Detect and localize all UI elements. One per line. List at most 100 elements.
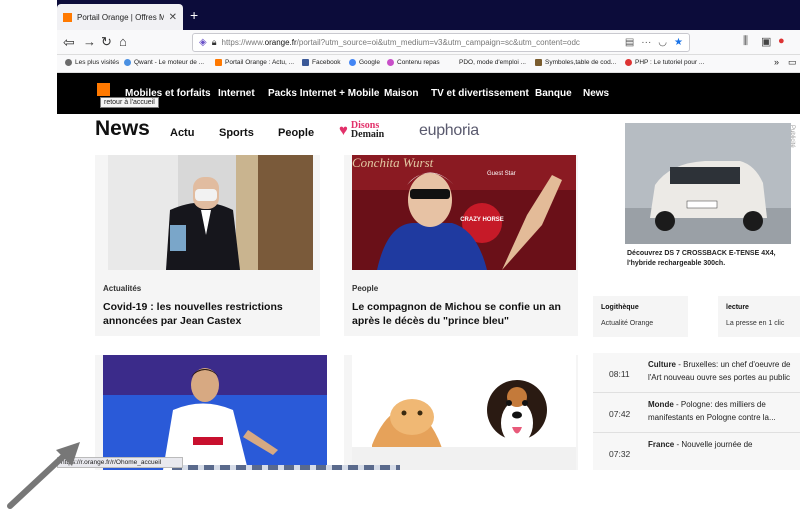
logo-tooltip: retour à l'accueil xyxy=(100,97,159,108)
news-card-pets[interactable] xyxy=(344,355,578,470)
bookmark-label: Les plus visités xyxy=(75,59,120,66)
bookmark-item[interactable]: PHP : Le tutoriel pour ... xyxy=(625,59,704,66)
nav-tv[interactable]: TV et divertissement xyxy=(431,88,529,99)
news-text: - Nouvelle journée de xyxy=(674,440,753,449)
card-category: People xyxy=(352,284,379,293)
news-time: 07:32 xyxy=(609,449,631,459)
news-time: 08:11 xyxy=(609,369,630,379)
list-item[interactable]: 07:42 Monde - Pologne: des milliers de ma… xyxy=(593,393,800,433)
tile-title: Logithèque xyxy=(601,304,639,311)
news-card-michou[interactable]: Conchita Wurst Guest Star CRAZY HORSE Pe… xyxy=(344,155,578,336)
tile-logitheque[interactable]: Logithèque Actualité Orange xyxy=(593,296,688,337)
tile-sub: Actualité Orange xyxy=(601,320,654,327)
subnav-people[interactable]: People xyxy=(278,127,314,139)
subnav-sports[interactable]: Sports xyxy=(219,127,254,139)
ad-caption[interactable]: Découvrez DS 7 CROSSBACK E-TENSE 4X4, l'… xyxy=(627,249,787,269)
tab-portail-orange[interactable]: Portail Orange | Offres Mobiles, ✕ xyxy=(57,4,183,30)
tile-title: lecture xyxy=(726,304,749,311)
url-prefix: https://www. xyxy=(221,38,265,47)
disons-demain-link[interactable]: ♥ Disons Demain xyxy=(339,121,385,140)
url-text[interactable]: https://www.orange.fr/portail?utm_source… xyxy=(222,38,620,47)
news-text-2: l'Art nouveau ouvre ses portes au public xyxy=(648,373,791,382)
flash-news-list: 08:11 Culture - Bruxelles: un chef d'oeu… xyxy=(593,353,800,470)
banner-text: Conchita Wurst xyxy=(352,155,434,170)
php-icon xyxy=(625,59,632,66)
address-bar[interactable]: ◈ 🔒︎ https://www.orange.fr/portail?utm_s… xyxy=(192,33,690,52)
news-card-football[interactable] xyxy=(95,355,327,470)
bookmark-item[interactable]: Portail Orange : Actu, ... xyxy=(215,59,294,66)
bookmark-star-icon[interactable]: ★ xyxy=(674,37,683,48)
url-path: /portail?utm_source=oi&utm_medium=v3&utm… xyxy=(296,38,580,47)
ad-ds7[interactable]: Publicité Découvrez DS 7 CROSSBACK E-TEN… xyxy=(625,123,795,271)
home-icon[interactable]: ⌂ xyxy=(119,33,127,51)
extension-icon[interactable]: ● xyxy=(778,35,785,47)
news-category: Culture xyxy=(648,360,676,369)
reload-icon[interactable]: ↻ xyxy=(101,33,112,51)
shield-icon[interactable]: ◈ xyxy=(199,37,207,48)
football-photo xyxy=(103,355,327,470)
demain-text: Demain xyxy=(350,129,385,140)
google-icon xyxy=(349,59,356,66)
new-tab-button[interactable]: + xyxy=(190,7,198,23)
bookmarks-overflow-icon[interactable]: » xyxy=(774,57,779,67)
bookmark-label: Contenu repas xyxy=(397,59,440,66)
pets-photo xyxy=(352,355,576,470)
bookmark-label: Facebook xyxy=(312,59,341,66)
heart-icon: ♥ xyxy=(339,121,348,139)
tile-lecture[interactable]: lecture La presse en 1 clic xyxy=(718,296,800,337)
page-actions-icon[interactable]: ··· xyxy=(641,37,651,48)
ad-label: Publicité xyxy=(789,125,795,148)
list-item[interactable]: 07:32 France - Nouvelle journée de xyxy=(593,433,800,470)
bookmark-item[interactable]: Google xyxy=(349,59,380,66)
bookmark-item[interactable]: Facebook xyxy=(302,59,341,66)
bookmark-label: PHP : Le tutoriel pour ... xyxy=(635,59,705,66)
orange-favicon-icon xyxy=(63,12,72,22)
bookmark-label: PDO, mode d'emploi ... xyxy=(459,59,526,66)
orange-logo[interactable] xyxy=(95,73,112,96)
tile-sub: La presse en 1 clic xyxy=(726,320,785,327)
recipe-icon xyxy=(387,59,394,66)
nav-maison[interactable]: Maison xyxy=(384,88,418,99)
url-domain: orange.fr xyxy=(264,38,297,47)
news-text-2: manifestants en Pologne contre la... xyxy=(648,413,776,422)
pocket-icon[interactable]: ◡ xyxy=(658,37,667,48)
sidebar-icon[interactable]: ▣ xyxy=(761,35,771,48)
nav-banque[interactable]: Banque xyxy=(535,88,572,99)
back-icon[interactable]: ⇦ xyxy=(63,33,75,51)
list-item[interactable]: 08:11 Culture - Bruxelles: un chef d'oeu… xyxy=(593,353,800,393)
orange-icon xyxy=(215,59,222,66)
nav-internet[interactable]: Internet xyxy=(218,88,255,99)
bookmark-item[interactable]: Symboles,table de cod... xyxy=(535,59,616,66)
library-icon[interactable]: ⫼ xyxy=(743,35,748,48)
euphoria-link[interactable]: euphoria xyxy=(419,122,479,140)
michou-photo: Conchita Wurst Guest Star CRAZY HORSE xyxy=(352,155,576,270)
bookmark-item[interactable]: Les plus visités xyxy=(65,59,119,66)
browser-window: Portail Orange | Offres Mobiles, ✕ + ⇦ →… xyxy=(57,0,800,470)
nav-packs[interactable]: Packs Internet + Mobile xyxy=(268,88,379,99)
bookmark-item[interactable]: PDO, mode d'emploi ... xyxy=(459,59,526,66)
news-time: 07:42 xyxy=(609,409,631,419)
badge-text: CRAZY HORSE xyxy=(460,217,504,223)
subnav-actu[interactable]: Actu xyxy=(170,127,194,139)
car-photo xyxy=(625,123,791,244)
bookmark-item[interactable]: Qwant - Le moteur de ... xyxy=(124,59,204,66)
tab-close-icon[interactable]: ✕ xyxy=(169,12,177,23)
castex-photo xyxy=(108,155,313,270)
forward-icon[interactable]: → xyxy=(83,33,96,51)
qwant-icon xyxy=(124,59,131,66)
bookmark-item[interactable]: Contenu repas xyxy=(387,59,440,66)
news-category: Monde xyxy=(648,400,674,409)
tab-strip: Portail Orange | Offres Mobiles, ✕ + xyxy=(57,0,800,30)
reader-view-icon[interactable]: ▤ xyxy=(625,37,634,48)
pointer-arrow-icon xyxy=(7,442,80,509)
card-title[interactable]: Covid-19 : les nouvelles restrictions an… xyxy=(103,300,312,328)
news-card-castex[interactable]: Actualités Covid-19 : les nouvelles rest… xyxy=(95,155,320,336)
symbols-icon xyxy=(535,59,542,66)
card-title[interactable]: Le compagnon de Michou se confie un an a… xyxy=(352,300,570,328)
bookmark-label: Symboles,table de cod... xyxy=(545,59,617,66)
nav-news[interactable]: News xyxy=(583,88,609,99)
folder-icon[interactable]: ▭ xyxy=(788,57,797,68)
news-category: France xyxy=(648,440,675,449)
page-title[interactable]: News xyxy=(95,117,150,141)
lock-icon: 🔒︎ xyxy=(211,37,217,47)
